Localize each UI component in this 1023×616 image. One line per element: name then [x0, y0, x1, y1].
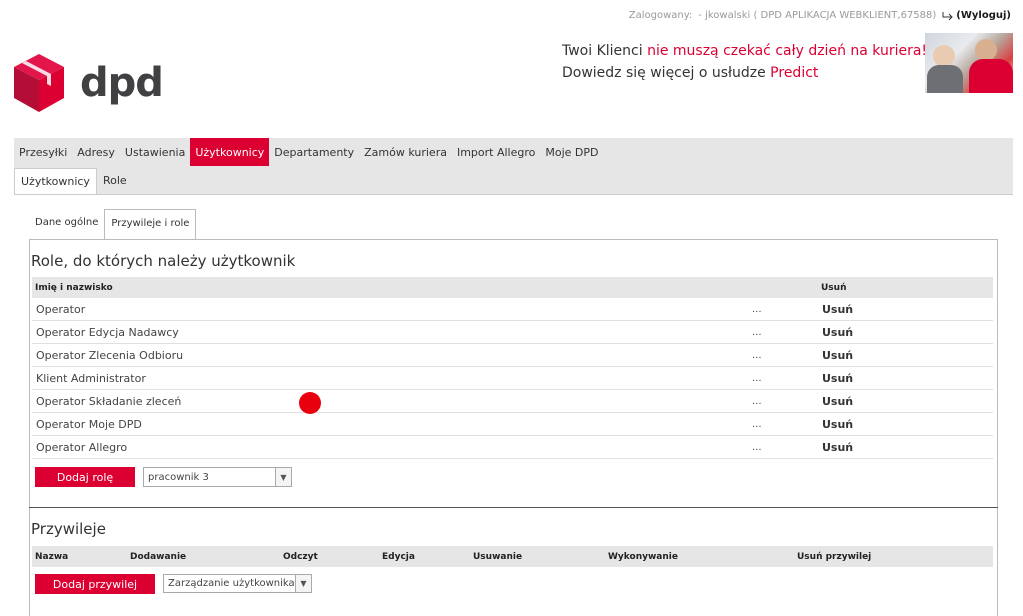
role-name: Operator: [32, 298, 748, 321]
nav-item-przesylki[interactable]: Przesyłki: [14, 138, 72, 166]
col-header-more: [748, 277, 818, 298]
col-header-odczyt: Odczyt: [280, 546, 379, 567]
add-privilege-button[interactable]: Dodaj przywilej: [35, 574, 155, 594]
logout-label[interactable]: (Wyloguj): [956, 10, 1011, 21]
table-row: Operator Moje DPD... Usuń: [32, 412, 993, 436]
role-more-link[interactable]: ...: [748, 298, 818, 321]
role-delete-link[interactable]: Usuń: [818, 320, 993, 344]
col-header-dodawanie: Dodawanie: [127, 546, 280, 567]
privilege-select-value: Zarządzanie użytkownikami: [168, 578, 308, 589]
login-bar: Zalogowany: - jkowalski ( DPD APLIKACJA …: [629, 10, 1011, 21]
table-row: Operator Edycja Nadawcy... Usuń: [32, 320, 993, 344]
promo-image[interactable]: [925, 33, 1013, 93]
table-row: Klient Administrator... Usuń: [32, 366, 993, 390]
login-user: - jkowalski ( DPD APLIKACJA WEBKLIENT,67…: [698, 10, 937, 21]
dpd-logo[interactable]: dpd: [12, 52, 164, 114]
privileges-section-title: Przywileje: [31, 520, 106, 538]
roles-section-title: Role, do których należy użytkownik: [31, 252, 296, 270]
table-row: Operator Zlecenia Odbioru... Usuń: [32, 343, 993, 367]
role-select-value: pracownik 3: [148, 471, 209, 483]
logout-link[interactable]: (Wyloguj): [942, 10, 1011, 21]
role-name: Operator Edycja Nadawcy: [32, 320, 748, 344]
sub-nav: Użytkownicy Role: [14, 166, 1013, 195]
col-header-usun-przywilej: Usuń przywilej: [794, 546, 993, 567]
role-more-link[interactable]: ...: [748, 366, 818, 390]
login-label: Zalogowany:: [628, 10, 693, 21]
role-delete-link[interactable]: Usuń: [818, 298, 993, 321]
section-divider: [29, 507, 998, 508]
privileges-table: Nazwa Dodawanie Odczyt Edycja Usuwanie W…: [32, 546, 993, 567]
nav-item-zamow-kuriera[interactable]: Zamów kuriera: [359, 138, 452, 166]
tab-przywileje-i-role[interactable]: Przywileje i role: [104, 209, 197, 241]
privilege-select[interactable]: Zarządzanie użytkownikami ▼: [163, 574, 312, 593]
roles-table: Imię i nazwisko Usuń Operator... Usuń Oper…: [32, 277, 993, 459]
role-more-link[interactable]: ...: [748, 343, 818, 367]
main-nav: Przesyłki Adresy Ustawienia Użytkownicy …: [14, 138, 1013, 166]
predict-promo[interactable]: Twoi Klienci nie muszą czekać cały dzień…: [562, 40, 927, 84]
chevron-down-icon[interactable]: ▼: [275, 468, 291, 486]
role-delete-link[interactable]: Usuń: [818, 435, 993, 459]
col-header-delete: Usuń: [818, 277, 993, 298]
promo-line2-a: Dowiedz się więcej o usłudze: [562, 65, 771, 81]
privileges-table-header: Nazwa Dodawanie Odczyt Edycja Usuwanie W…: [32, 546, 993, 567]
role-name: Operator Składanie zleceń: [32, 389, 748, 413]
promo-predict-link[interactable]: Predict: [770, 65, 818, 81]
role-delete-link[interactable]: Usuń: [818, 389, 993, 413]
nav-item-departamenty[interactable]: Departamenty: [269, 138, 359, 166]
tab-dane-ogolne[interactable]: Dane ogólne: [29, 209, 104, 239]
cursor-marker: [299, 392, 321, 414]
table-row: Operator Allegro... Usuń: [32, 435, 993, 459]
col-header-usuwanie: Usuwanie: [470, 546, 605, 567]
col-header-nazwa: Nazwa: [32, 546, 127, 567]
role-name: Operator Zlecenia Odbioru: [32, 343, 748, 367]
role-more-link[interactable]: ...: [748, 320, 818, 344]
role-select[interactable]: pracownik 3 ▼: [143, 467, 292, 487]
nav-item-adresy[interactable]: Adresy: [72, 138, 120, 166]
promo-line1-b: nie muszą czekać cały dzień na kuriera!: [647, 43, 928, 59]
subnav-item-uzytkownicy[interactable]: Użytkownicy: [14, 168, 97, 194]
role-delete-link[interactable]: Usuń: [818, 366, 993, 390]
table-row: Operator... Usuń: [32, 298, 993, 321]
role-name: Operator Allegro: [32, 435, 748, 459]
nav-item-moje-dpd[interactable]: Moje DPD: [540, 138, 603, 166]
col-header-edycja: Edycja: [379, 546, 470, 567]
nav-item-uzytkownicy[interactable]: Użytkownicy: [190, 138, 270, 166]
promo-line1-a: Twoi Klienci: [562, 43, 648, 59]
dpd-cube-icon: [14, 54, 64, 112]
role-more-link[interactable]: ...: [748, 435, 818, 459]
tab-panel: Role, do których należy użytkownik Imię …: [29, 239, 998, 616]
role-delete-link[interactable]: Usuń: [818, 343, 993, 367]
role-more-link[interactable]: ...: [748, 389, 818, 413]
role-more-link[interactable]: ...: [748, 412, 818, 436]
logout-arrow-icon: [942, 11, 954, 20]
col-header-name: Imię i nazwisko: [32, 277, 748, 298]
col-header-wykonywanie: Wykonywanie: [605, 546, 794, 567]
subnav-item-role[interactable]: Role: [97, 166, 133, 194]
role-delete-link[interactable]: Usuń: [818, 412, 993, 436]
logo-text: dpd: [80, 60, 164, 106]
nav-item-ustawienia[interactable]: Ustawienia: [120, 138, 190, 166]
nav-item-import-allegro[interactable]: Import Allegro: [452, 138, 540, 166]
user-tabs: Dane ogólne Przywileje i role: [29, 209, 197, 241]
add-role-button[interactable]: Dodaj rolę: [35, 467, 135, 487]
role-name: Operator Moje DPD: [32, 412, 748, 436]
chevron-down-icon[interactable]: ▼: [295, 575, 311, 592]
role-name: Klient Administrator: [32, 366, 748, 390]
table-row: Operator Składanie zleceń... Usuń: [32, 389, 993, 413]
roles-table-header: Imię i nazwisko Usuń: [32, 277, 993, 298]
